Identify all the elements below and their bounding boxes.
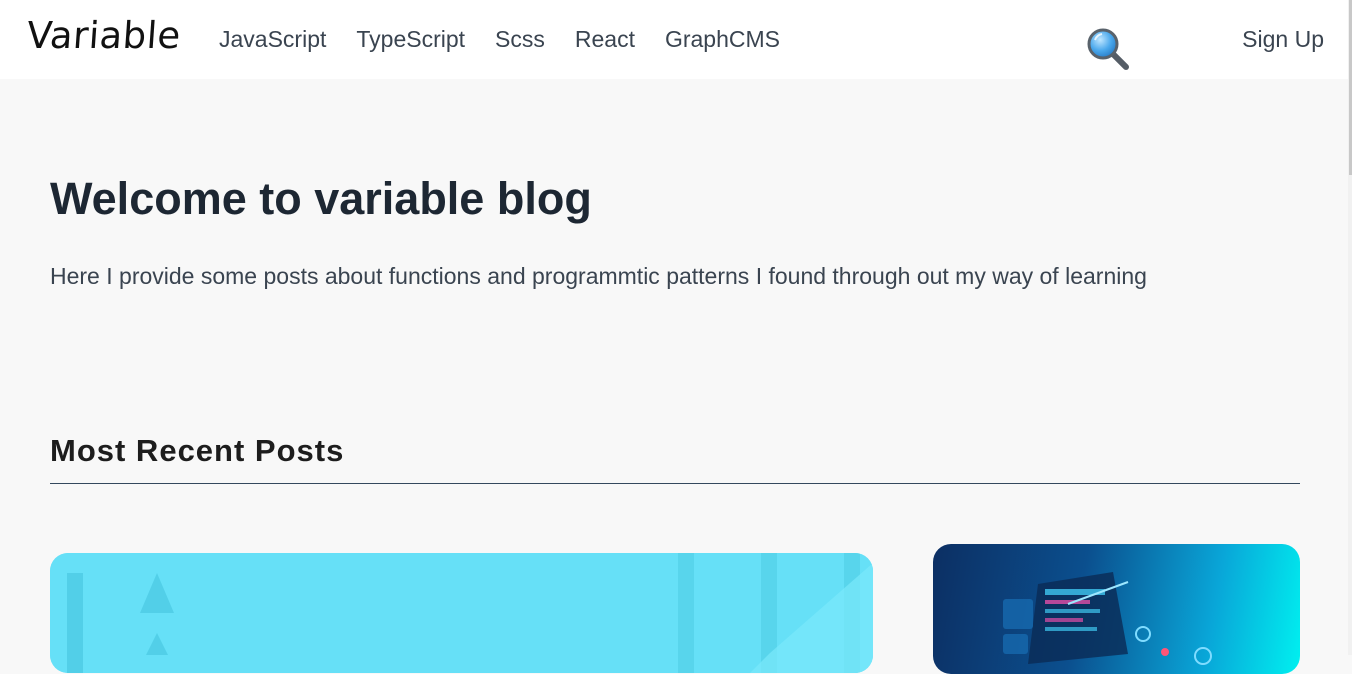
section-divider — [50, 483, 1300, 484]
nav-link-typescript[interactable]: TypeScript — [356, 25, 465, 53]
search-icon[interactable] — [1085, 26, 1131, 72]
nav-link-scss[interactable]: Scss — [495, 25, 545, 53]
featured-post-card[interactable] — [50, 553, 873, 673]
page-scrollbar[interactable] — [1348, 0, 1352, 655]
site-logo[interactable]: Variable — [25, 14, 182, 57]
page-title: Welcome to variable blog — [50, 173, 592, 224]
nav-link-react[interactable]: React — [575, 25, 635, 53]
featured-post-image — [50, 553, 873, 673]
main-nav: JavaScript TypeScript Scss React GraphCM… — [219, 25, 810, 53]
sign-up-link[interactable]: Sign Up — [1242, 25, 1324, 53]
top-navbar: Variable JavaScript TypeScript Scss Reac… — [0, 0, 1352, 79]
page-subtitle: Here I provide some posts about function… — [50, 263, 1147, 289]
section-title-recent-posts: Most Recent Posts — [50, 433, 345, 468]
nav-link-javascript[interactable]: JavaScript — [219, 25, 326, 53]
nav-link-graphcms[interactable]: GraphCMS — [665, 25, 780, 53]
